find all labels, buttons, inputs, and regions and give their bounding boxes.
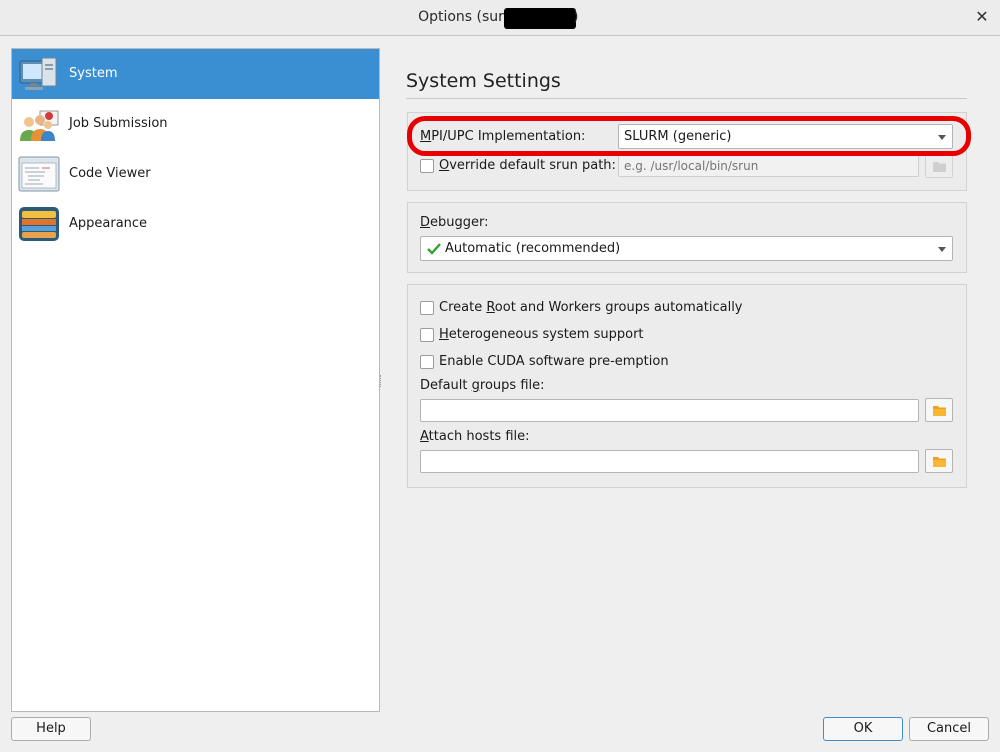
override-srun-label: Override default srun path:: [439, 158, 616, 173]
page-title: System Settings: [406, 70, 561, 92]
title-bar: Options (sur ) ✕: [0, 0, 1000, 36]
sidebar-item-appearance[interactable]: Appearance: [12, 199, 379, 249]
sidebar: System Job Submission Code Viewer Appear…: [11, 48, 380, 712]
ok-button[interactable]: OK: [823, 717, 903, 741]
debugger-select[interactable]: Automatic (recommended): [420, 236, 953, 261]
srun-path-input[interactable]: [618, 154, 919, 177]
debugger-value: Automatic (recommended): [445, 241, 621, 256]
code-window-icon: [18, 155, 60, 193]
heterogeneous-label: Heterogeneous system support: [439, 327, 644, 342]
chevron-down-icon: [938, 247, 946, 252]
splitter-handle[interactable]: [380, 375, 383, 387]
check-icon: [427, 243, 441, 255]
sidebar-item-label: System: [69, 66, 118, 81]
heterogeneous-checkbox[interactable]: [420, 328, 434, 342]
folder-icon: [933, 406, 946, 416]
create-groups-checkbox[interactable]: [420, 301, 434, 315]
folder-icon: [933, 162, 946, 172]
highlight-annotation: [407, 116, 971, 156]
close-icon: ✕: [975, 7, 989, 26]
srun-path-browse-button[interactable]: [925, 154, 953, 178]
sidebar-item-job-submission[interactable]: Job Submission: [12, 99, 379, 149]
groups-file-input[interactable]: [420, 399, 919, 422]
sidebar-item-code-viewer[interactable]: Code Viewer: [12, 149, 379, 199]
folder-icon: [933, 457, 946, 467]
hosts-file-browse-button[interactable]: [925, 449, 953, 473]
sidebar-item-label: Appearance: [69, 216, 148, 231]
users-icon: [18, 105, 60, 143]
cuda-preemption-checkbox[interactable]: [420, 355, 434, 369]
cuda-preemption-label: Enable CUDA software pre-emption: [439, 354, 669, 369]
sidebar-item-system[interactable]: System: [12, 49, 379, 99]
debugger-label: Debugger:: [420, 215, 489, 230]
hosts-file-label: Attach hosts file:: [420, 429, 530, 444]
sidebar-item-label: Job Submission: [69, 116, 168, 131]
groups-file-browse-button[interactable]: [925, 398, 953, 422]
title-divider: [406, 98, 967, 99]
sidebar-item-label: Code Viewer: [69, 166, 151, 181]
cancel-button[interactable]: Cancel: [909, 717, 989, 741]
groups-file-label: Default groups file:: [420, 378, 545, 393]
create-groups-label: Create Root and Workers groups automatic…: [439, 300, 743, 315]
hosts-file-input[interactable]: [420, 450, 919, 473]
override-srun-checkbox[interactable]: [420, 159, 434, 173]
redacted-text: [504, 8, 576, 29]
window-title-suffix: ): [573, 9, 579, 25]
window-title: Options (sur: [418, 9, 504, 25]
appearance-palette-icon: [18, 205, 60, 243]
close-button[interactable]: ✕: [973, 8, 991, 26]
help-button[interactable]: Help: [11, 717, 91, 741]
system-monitor-icon: [18, 55, 60, 93]
